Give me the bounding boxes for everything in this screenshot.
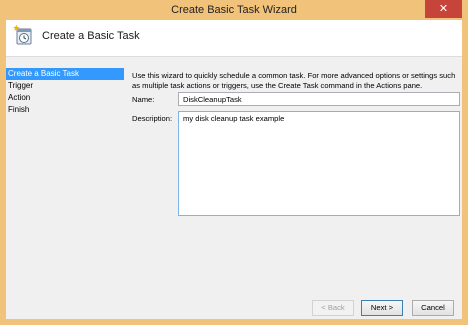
step-create-basic-task[interactable]: Create a Basic Task: [6, 68, 124, 80]
step-trigger[interactable]: Trigger: [6, 80, 124, 92]
back-button[interactable]: < Back: [312, 300, 354, 316]
wizard-header: Create a Basic Task: [6, 20, 462, 57]
description-input[interactable]: my disk cleanup task example: [178, 111, 460, 216]
next-button[interactable]: Next >: [361, 300, 403, 316]
task-scheduler-icon: [13, 24, 32, 45]
close-button[interactable]: ✕: [425, 0, 462, 18]
title-bar[interactable]: Create Basic Task Wizard ✕: [0, 0, 468, 20]
description-label: Description:: [132, 114, 173, 123]
steps-panel: Create a Basic Task Trigger Action Finis…: [6, 68, 124, 116]
name-label: Name:: [132, 95, 155, 104]
name-input[interactable]: DiskCleanupTask: [178, 92, 460, 106]
wizard-window: Create Basic Task Wizard ✕ Create a Basi…: [0, 0, 468, 325]
page-title: Create a Basic Task: [42, 30, 140, 42]
cancel-button[interactable]: Cancel: [412, 300, 454, 316]
step-finish[interactable]: Finish: [6, 104, 124, 116]
intro-text: Use this wizard to quickly schedule a co…: [132, 71, 456, 90]
window-title: Create Basic Task Wizard: [171, 4, 297, 16]
client-area: Create a Basic Task Create a Basic Task …: [6, 20, 462, 319]
step-action[interactable]: Action: [6, 92, 124, 104]
